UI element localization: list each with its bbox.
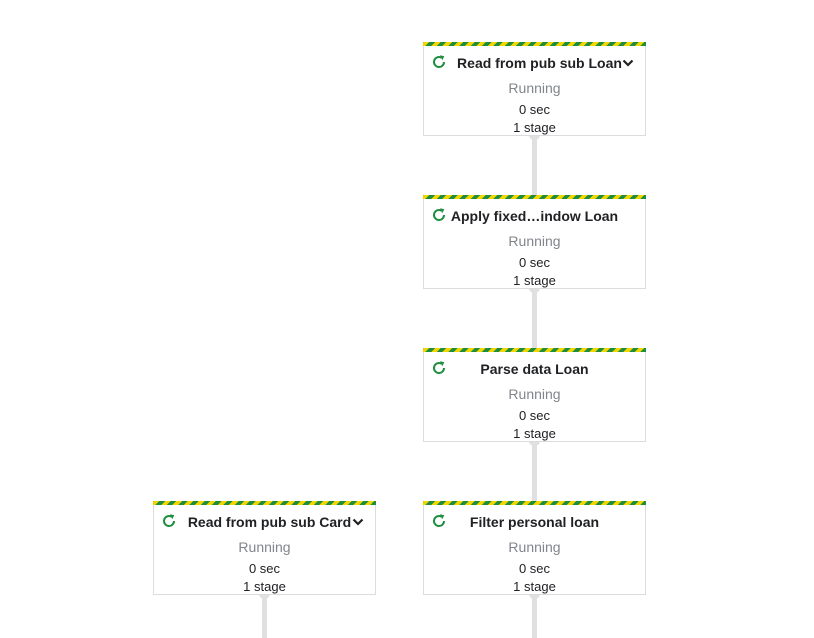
step-time: 0 sec bbox=[518, 102, 551, 117]
edge-card-read-out bbox=[262, 594, 267, 638]
step-time: 0 sec bbox=[518, 561, 551, 576]
edge-filter-out bbox=[532, 594, 537, 638]
step-status: Running bbox=[508, 80, 561, 96]
step-status: Running bbox=[508, 386, 561, 402]
running-stripe bbox=[153, 501, 376, 505]
edge-loan-read-to-window bbox=[532, 135, 537, 197]
chevron-down-icon[interactable] bbox=[621, 56, 635, 70]
edge-window-to-parse bbox=[532, 288, 537, 350]
running-stripe bbox=[423, 501, 646, 505]
step-title: Filter personal loan bbox=[469, 514, 600, 530]
step-time: 0 sec bbox=[518, 408, 551, 423]
running-stripe bbox=[423, 42, 646, 46]
step-node-read-pubsub-loan[interactable]: Read from pub sub Loan Running 0 sec 1 s… bbox=[423, 42, 646, 136]
step-title: Parse data Loan bbox=[480, 361, 589, 377]
step-time: 0 sec bbox=[248, 561, 281, 576]
pipeline-graph-canvas: Read from pub sub Loan Running 0 sec 1 s… bbox=[0, 0, 814, 638]
edge-parse-to-filter bbox=[532, 441, 537, 503]
running-stripe bbox=[423, 348, 646, 352]
step-status: Running bbox=[508, 539, 561, 555]
step-stages: 1 stage bbox=[513, 120, 556, 135]
step-stages: 1 stage bbox=[243, 579, 286, 594]
step-status: Running bbox=[238, 539, 291, 555]
step-stages: 1 stage bbox=[513, 579, 556, 594]
running-stripe bbox=[423, 195, 646, 199]
step-stages: 1 stage bbox=[513, 426, 556, 441]
step-node-parse-data-loan[interactable]: Parse data Loan Running 0 sec 1 stage bbox=[423, 348, 646, 442]
step-node-apply-fixed-window-loan[interactable]: Apply fixed…indow Loan Running 0 sec 1 s… bbox=[423, 195, 646, 289]
step-title: Apply fixed…indow Loan bbox=[450, 208, 619, 224]
step-stages: 1 stage bbox=[513, 273, 556, 288]
step-status: Running bbox=[508, 233, 561, 249]
step-title: Read from pub sub Loan bbox=[457, 55, 622, 71]
step-node-filter-personal-loan[interactable]: Filter personal loan Running 0 sec 1 sta… bbox=[423, 501, 646, 595]
step-title: Read from pub sub Card bbox=[187, 514, 352, 530]
step-node-read-pubsub-card[interactable]: Read from pub sub Card Running 0 sec 1 s… bbox=[153, 501, 376, 595]
chevron-down-icon[interactable] bbox=[351, 515, 365, 529]
step-time: 0 sec bbox=[518, 255, 551, 270]
